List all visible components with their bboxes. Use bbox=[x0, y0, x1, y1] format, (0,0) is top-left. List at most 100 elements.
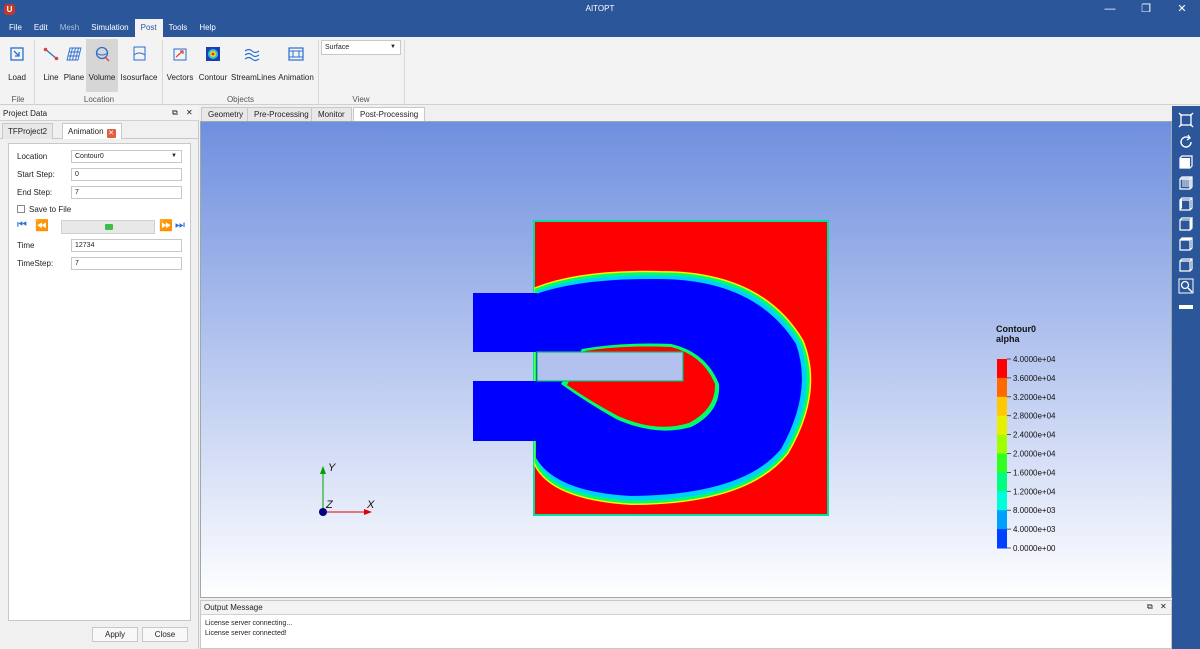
group-objects-label: Objects bbox=[226, 95, 255, 104]
tab-monitor[interactable]: Monitor bbox=[311, 107, 352, 121]
streamlines-label: StreamLines bbox=[231, 73, 276, 82]
volume-icon bbox=[95, 46, 110, 62]
rotate-icon[interactable] bbox=[1178, 134, 1194, 150]
start-step-input[interactable]: 0 bbox=[71, 168, 182, 181]
legend-tick-label: 2.4000e+04 bbox=[1013, 431, 1056, 440]
menu-help[interactable]: Help bbox=[193, 19, 221, 37]
save-to-file-checkbox[interactable] bbox=[17, 205, 25, 213]
plane-button[interactable]: Plane bbox=[62, 39, 86, 92]
apply-button[interactable]: Apply bbox=[92, 627, 138, 642]
legend-color-band bbox=[997, 359, 1007, 379]
volume-button[interactable]: Volume bbox=[86, 39, 118, 92]
previous-frame-button[interactable]: ⏪ bbox=[35, 219, 49, 232]
end-step-input[interactable]: 7 bbox=[71, 186, 182, 199]
legend-color-band bbox=[997, 472, 1007, 492]
line-button[interactable]: Line bbox=[40, 39, 62, 92]
output-title: Output Message bbox=[204, 603, 263, 612]
tab-project[interactable]: TFProject2 bbox=[2, 123, 54, 139]
vectors-label: Vectors bbox=[166, 73, 194, 82]
contour-button[interactable]: Contour bbox=[197, 39, 229, 92]
legend-color-band bbox=[997, 529, 1007, 549]
fit-view-icon[interactable] bbox=[1178, 112, 1194, 128]
3d-viewport[interactable]: Contour0 alpha 4.0000e+04 3.6000e+04 3.200… bbox=[200, 121, 1172, 598]
load-label: Load bbox=[8, 73, 26, 82]
menu-edit[interactable]: Edit bbox=[28, 19, 54, 37]
line-label: Line bbox=[43, 73, 59, 82]
menu-bar: File Edit Mesh Simulation Post Tools Hel… bbox=[0, 19, 1200, 37]
ribbon: Load Line Plane Volume Isosurface Vector… bbox=[0, 37, 1200, 105]
frame-slider[interactable] bbox=[61, 220, 155, 234]
view-mode-select[interactable]: Surface ▼ bbox=[321, 40, 401, 55]
close-output-icon[interactable]: ✕ bbox=[1160, 602, 1167, 611]
isosurface-label: Isosurface bbox=[120, 73, 158, 82]
view-front-icon[interactable] bbox=[1178, 154, 1194, 170]
end-step-row: End Step: 7 bbox=[17, 186, 187, 200]
first-frame-button[interactable]: ⏮ bbox=[17, 219, 27, 232]
timestep-input[interactable]: 7 bbox=[71, 257, 182, 270]
center-slot bbox=[537, 352, 683, 381]
legend-color-band bbox=[997, 377, 1007, 398]
output-header: Output Message ⧉ ✕ bbox=[201, 601, 1171, 615]
view-right-icon[interactable] bbox=[1178, 216, 1194, 232]
vectors-button[interactable]: Vectors bbox=[165, 39, 195, 92]
minimize-button[interactable]: — bbox=[1092, 0, 1128, 19]
legend-color-band bbox=[997, 396, 1007, 417]
menu-simulation[interactable]: Simulation bbox=[85, 19, 134, 37]
lower-inlet bbox=[473, 381, 537, 441]
legend-color-band bbox=[997, 453, 1007, 473]
chevron-down-icon: ▼ bbox=[171, 153, 177, 159]
menu-tools[interactable]: Tools bbox=[163, 19, 194, 37]
time-row: Time 12734 bbox=[17, 239, 187, 253]
axis-y-label: Y bbox=[328, 462, 336, 474]
restore-button[interactable]: ❐ bbox=[1128, 0, 1164, 19]
view-top-icon[interactable] bbox=[1178, 236, 1194, 252]
tab-pre-processing[interactable]: Pre-Processing bbox=[247, 107, 316, 121]
plane-label: Plane bbox=[63, 73, 85, 82]
time-input[interactable]: 12734 bbox=[71, 239, 182, 252]
legend-color-band bbox=[997, 491, 1007, 511]
menu-file[interactable]: File bbox=[3, 19, 28, 37]
close-tab-icon[interactable]: ✕ bbox=[106, 129, 116, 138]
isosurface-icon bbox=[133, 46, 146, 61]
streamlines-button[interactable]: StreamLines bbox=[231, 39, 276, 92]
tab-post-processing[interactable]: Post-Processing bbox=[353, 107, 426, 121]
view-left-icon[interactable] bbox=[1178, 196, 1194, 212]
time-label: Time bbox=[17, 241, 35, 250]
last-frame-button[interactable]: ⏭ bbox=[175, 219, 185, 232]
zoom-icon[interactable] bbox=[1178, 278, 1194, 294]
isosurface-button[interactable]: Isosurface bbox=[120, 39, 158, 92]
close-panel-icon[interactable]: ✕ bbox=[186, 108, 193, 117]
tab-project-label: TFProject2 bbox=[8, 127, 48, 136]
start-step-label: Start Step: bbox=[17, 170, 55, 179]
location-select[interactable]: Contour0 ▼ bbox=[71, 150, 182, 163]
float-panel-icon[interactable]: ⧉ bbox=[172, 108, 178, 118]
close-window-button[interactable]: ✕ bbox=[1164, 0, 1200, 19]
menu-mesh[interactable]: Mesh bbox=[54, 19, 86, 37]
start-step-row: Start Step: 0 bbox=[17, 168, 187, 182]
panel-title: Project Data bbox=[3, 109, 48, 118]
line-icon bbox=[43, 47, 59, 61]
panel-header: Project Data ⧉ ✕ bbox=[0, 106, 199, 121]
slider-handle[interactable] bbox=[105, 224, 113, 230]
location-row: Location Contour0 ▼ bbox=[17, 150, 187, 164]
next-frame-button[interactable]: ⏩ bbox=[159, 219, 173, 232]
ruler-icon[interactable] bbox=[1178, 299, 1194, 315]
location-value: Contour0 bbox=[75, 153, 104, 160]
animation-icon bbox=[288, 47, 304, 61]
load-icon bbox=[10, 47, 24, 61]
view-back-icon[interactable] bbox=[1178, 175, 1194, 191]
legend-tick-label: 8.0000e+03 bbox=[1013, 506, 1056, 515]
title-bar: U AITOPT — ❐ ✕ bbox=[0, 0, 1200, 19]
view-isometric-icon[interactable] bbox=[1178, 257, 1194, 273]
load-button[interactable]: Load bbox=[4, 39, 30, 92]
float-output-icon[interactable]: ⧉ bbox=[1147, 602, 1153, 612]
panel-tabs: TFProject2 Animation ✕ bbox=[0, 122, 199, 139]
group-location-label: Location bbox=[83, 95, 115, 104]
close-button[interactable]: Close bbox=[142, 627, 188, 642]
animation-button[interactable]: Animation bbox=[276, 39, 316, 92]
group-view-label: View bbox=[352, 95, 370, 104]
tab-geometry[interactable]: Geometry bbox=[201, 107, 251, 121]
menu-post[interactable]: Post bbox=[134, 19, 163, 37]
legend-tick-label: 1.2000e+04 bbox=[1013, 487, 1056, 496]
tab-animation[interactable]: Animation ✕ bbox=[62, 123, 122, 139]
